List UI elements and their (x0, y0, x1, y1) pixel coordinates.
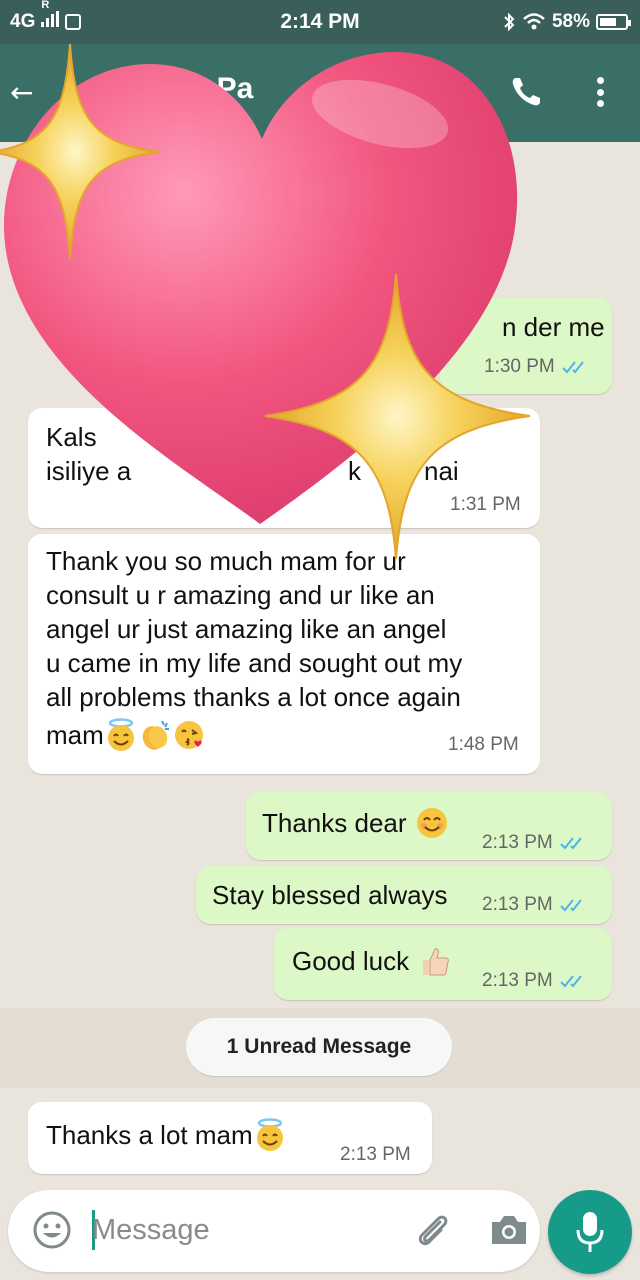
smiling-face-with-halo-icon (107, 718, 134, 751)
unread-messages-banner: 1 Unread Message (186, 1018, 452, 1076)
contact-name[interactable]: n Pa (190, 72, 253, 106)
read-ticks-icon (560, 975, 582, 988)
message-text: Thank you so much mam for ur (46, 546, 406, 576)
message-text-line: Thanks dear (262, 806, 449, 840)
battery-icon (596, 14, 631, 30)
message-text-line: Good luck (292, 944, 451, 978)
back-arrow-icon[interactable]: ← (10, 76, 33, 109)
overflow-menu-icon[interactable] (588, 74, 612, 110)
bluetooth-icon (504, 12, 515, 32)
message-bubble-outgoing[interactable]: Good luck 2:13 PM (274, 928, 612, 1000)
message-time: 1:31 PM (450, 494, 521, 515)
message-time: 1:30 PM (484, 356, 591, 378)
message-text: nai (424, 456, 459, 486)
message-text: isiliye a (46, 456, 132, 486)
face-blowing-kiss-icon (174, 721, 203, 749)
message-text: Kals (46, 422, 97, 452)
battery-percent: 58% (551, 11, 590, 32)
message-list[interactable]: n der me 1:30 PM Kals isiliye a k nai 1:… (0, 142, 640, 1190)
clapping-hands-icon (142, 720, 169, 750)
chat-header: ← n Pa (0, 44, 640, 142)
read-ticks-icon (560, 837, 582, 850)
message-text-last-line: mam (46, 718, 206, 752)
message-time: 1:48 PM (448, 734, 519, 755)
message-time: 2:13 PM (340, 1144, 411, 1165)
message-bubble-incoming[interactable]: Thank you so much mam for ur consult u r… (28, 534, 540, 774)
message-text: Good luck (292, 946, 410, 976)
wifi-icon (523, 13, 545, 30)
message-text: angel ur just amazing like an angel (46, 614, 447, 644)
message-text: all problems thanks a lot once again (46, 682, 461, 712)
message-text: n der me (502, 312, 605, 342)
composer-bar: Message (0, 1190, 640, 1280)
camera-icon[interactable] (486, 1208, 532, 1252)
message-bubble-outgoing[interactable]: Thanks dear 2:13 PM (246, 792, 612, 860)
message-text: Thanks dear (262, 808, 407, 838)
message-text: Thanks a lot mam (46, 1120, 253, 1150)
message-bubble-outgoing[interactable]: Stay blessed always 2:13 PM (196, 866, 612, 924)
thumbs-up-icon (423, 948, 449, 976)
message-text: u came in my life and sought out my (46, 648, 463, 678)
message-text: consult u r amazing and ur like an (46, 580, 435, 610)
attachment-icon[interactable] (410, 1208, 454, 1252)
status-right: 58% (502, 11, 631, 33)
message-placeholder: Message (92, 1214, 210, 1246)
read-ticks-icon (560, 899, 582, 912)
voice-message-button[interactable] (548, 1190, 632, 1274)
voice-call-icon[interactable] (508, 74, 544, 110)
smiling-face-with-halo-icon (256, 1118, 283, 1151)
smiling-face-with-smiling-eyes-icon (416, 808, 447, 838)
message-bubble-incoming[interactable]: Kals isiliye a k nai 1:31 PM (28, 408, 540, 528)
message-text: Stay blessed always (212, 880, 448, 910)
message-time: 2:13 PM (482, 894, 589, 916)
message-bubble-outgoing[interactable]: n der me 1:30 PM (440, 298, 612, 394)
message-time: 2:13 PM (482, 970, 589, 992)
message-time: 2:13 PM (482, 832, 589, 854)
message-text: k (348, 456, 361, 486)
message-input[interactable]: Message (8, 1190, 540, 1272)
message-text-line: Thanks a lot mam (46, 1118, 287, 1152)
status-bar: 4G R 2:14 PM 58% (0, 0, 640, 44)
message-text: mam (46, 720, 104, 750)
emoji-picker-icon[interactable] (30, 1208, 74, 1252)
read-ticks-icon (562, 361, 584, 374)
message-bubble-incoming[interactable]: Thanks a lot mam 2:13 PM (28, 1102, 432, 1174)
microphone-icon (576, 1212, 604, 1252)
